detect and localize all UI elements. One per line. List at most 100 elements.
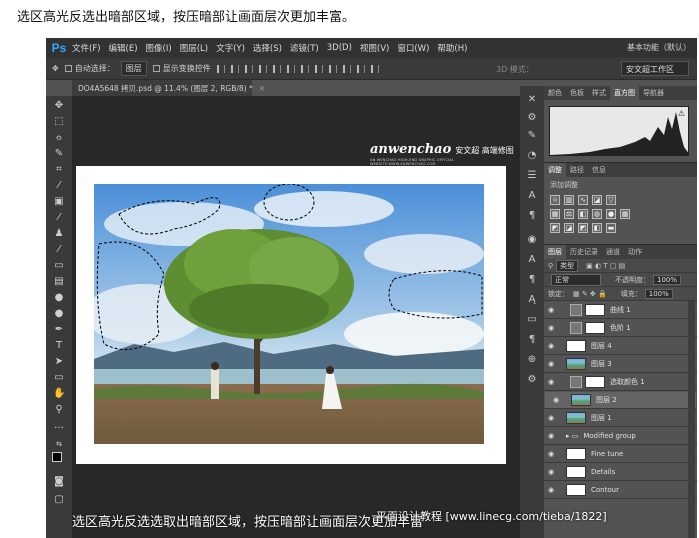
exposure-icon[interactable]: ◪ (592, 195, 602, 205)
tab-paths[interactable]: 路径 (566, 163, 588, 177)
visibility-eye-icon[interactable]: ◉ (544, 378, 558, 386)
visibility-eye-icon[interactable]: ◉ (544, 342, 558, 350)
notes-icon[interactable]: ▭ (526, 314, 538, 326)
visibility-eye-icon[interactable]: ◉ (549, 396, 563, 404)
stamp-tool-icon[interactable]: ♟ (53, 228, 65, 240)
menu-type[interactable]: 文字(Y) (216, 42, 245, 54)
layers-scrollbar[interactable] (688, 301, 695, 538)
vibrance-icon[interactable]: ▽ (606, 195, 616, 205)
tab-layers[interactable]: 图层 (544, 245, 566, 259)
gradient-map-icon[interactable]: ▬ (606, 223, 616, 233)
align-bottom-icon[interactable] (244, 64, 253, 73)
color-balance-icon[interactable]: ⚖ (564, 209, 574, 219)
menu-layer[interactable]: 图层(L) (180, 42, 208, 54)
layer-row[interactable]: ◉ 曲线 1 (544, 301, 697, 319)
layer-mask-thumbnail[interactable] (585, 375, 605, 388)
tab-swatches[interactable]: 色板 (566, 86, 588, 100)
menu-select[interactable]: 选择(S) (253, 42, 282, 54)
path-select-tool-icon[interactable]: ➤ (53, 356, 65, 368)
eyedropper-tool-icon[interactable]: ⁄ (53, 180, 65, 192)
filter-icons[interactable]: ▣ ◐ T ▢ ▤ (586, 262, 625, 270)
selective-color-icon[interactable]: ◧ (592, 223, 602, 233)
distribute-right-icon[interactable] (370, 64, 379, 73)
lasso-tool-icon[interactable]: ᨔ (53, 132, 65, 144)
blend-mode-dropdown[interactable]: 正常 (551, 273, 601, 286)
hand-tool-icon[interactable]: ✋ (53, 388, 65, 400)
auto-select-checkbox[interactable] (64, 65, 72, 72)
tab-info[interactable]: 信息 (588, 163, 610, 177)
visibility-eye-icon[interactable]: ◉ (544, 468, 558, 476)
visibility-eye-icon[interactable]: ◉ (544, 360, 558, 368)
tab-history[interactable]: 历史记录 (566, 245, 602, 259)
align-center-icon[interactable] (272, 64, 281, 73)
posterize-icon[interactable]: ◪ (564, 223, 574, 233)
opacity-input[interactable]: 100% (653, 274, 682, 285)
close-tab-icon[interactable]: ✕ (259, 84, 265, 93)
layer-mask-thumbnail[interactable] (585, 303, 605, 316)
layer-row[interactable]: ◉ 色阶 1 (544, 319, 697, 337)
distribute-top-icon[interactable] (300, 64, 309, 73)
hue-saturation-icon[interactable]: ▦ (550, 209, 560, 219)
document-tab[interactable]: DO4A5648 拷贝.psd @ 11.4% (图层 2, RGB/8) * ✕ (72, 80, 265, 96)
crop-tool-icon[interactable]: ⌗ (53, 164, 65, 176)
collapse-panels-icon[interactable]: ✕ (526, 94, 538, 106)
tab-navigator[interactable]: 导航器 (639, 86, 668, 100)
blur-tool-icon[interactable]: ● (53, 292, 65, 304)
layer-row[interactable]: ◉ 选取颜色 1 (544, 373, 697, 391)
quick-mask-icon[interactable]: ◙ (53, 476, 65, 488)
menu-3d[interactable]: 3D(D) (327, 43, 352, 53)
black-white-icon[interactable]: ◧ (578, 209, 588, 219)
wedding-photo[interactable] (94, 184, 484, 444)
layer-mask-thumbnail[interactable] (585, 321, 605, 334)
threshold-icon[interactable]: ◩ (578, 223, 588, 233)
distribute-bottom-icon[interactable] (328, 64, 337, 73)
distribute-center-icon[interactable] (356, 64, 365, 73)
canvas-area[interactable]: anwenchao 安文超 高端修图 AN WENCHAO HIGH-END GR… (72, 96, 520, 538)
paragraph-style-icon[interactable]: ¶ (526, 274, 538, 286)
screen-mode-icon[interactable]: ▢ (53, 494, 65, 506)
menu-view[interactable]: 视图(V) (360, 42, 389, 54)
tab-adjustments[interactable]: 调整 (544, 163, 566, 177)
align-left-icon[interactable] (258, 64, 267, 73)
menu-file[interactable]: 文件(F) (72, 42, 101, 54)
swap-colors-icon[interactable]: ⇆ (53, 438, 65, 450)
align-middle-icon[interactable] (230, 64, 239, 73)
character-icon[interactable]: A (526, 190, 538, 202)
move-tool-icon[interactable]: ✥ (52, 64, 59, 73)
auto-select-dropdown[interactable]: 图层 (120, 61, 147, 76)
timeline-icon[interactable]: ◉ (526, 234, 538, 246)
menu-edit[interactable]: 编辑(E) (109, 42, 138, 54)
visibility-eye-icon[interactable]: ◉ (544, 414, 558, 422)
gradient-tool-icon[interactable]: ▤ (53, 276, 65, 288)
align-top-icon[interactable] (216, 64, 225, 73)
info-icon[interactable]: ⊕ (526, 354, 538, 366)
glyphs-icon[interactable]: Ą (526, 294, 538, 306)
lock-icons[interactable]: ▦ ✎ ✥ 🔒 (573, 290, 607, 298)
menu-help[interactable]: 帮助(H) (437, 42, 467, 54)
color-lookup-icon[interactable]: ▦ (620, 209, 630, 219)
foreground-color-swatch[interactable] (52, 452, 62, 462)
tab-histogram[interactable]: 直方图 (610, 86, 639, 100)
properties-icon[interactable]: ☰ (526, 170, 538, 182)
curves-icon[interactable]: ∿ (578, 195, 588, 205)
layer-row[interactable]: ◉ 图层 4 (544, 337, 697, 355)
folder-icon[interactable]: ▸ ▭ (566, 432, 578, 440)
visibility-eye-icon[interactable]: ◉ (544, 486, 558, 494)
more-tools-icon[interactable]: … (53, 420, 65, 432)
zoom-tool-icon[interactable]: ⚲ (53, 404, 65, 416)
channel-mixer-icon[interactable]: ● (606, 209, 616, 219)
fill-input[interactable]: 100% (644, 288, 673, 299)
visibility-eye-icon[interactable]: ◉ (544, 306, 558, 314)
quick-select-tool-icon[interactable]: ✎ (53, 148, 65, 160)
auto-select-option[interactable]: 自动选择： (64, 63, 115, 74)
eraser-tool-icon[interactable]: ▭ (53, 260, 65, 272)
tab-color[interactable]: 颜色 (544, 86, 566, 100)
shape-tool-icon[interactable]: ▭ (53, 372, 65, 384)
distribute-left-icon[interactable] (342, 64, 351, 73)
move-tool-icon[interactable]: ✥ (53, 100, 65, 112)
layer-row[interactable]: ◉ ▸ ▭ Modified group (544, 427, 697, 445)
warning-icon[interactable]: ⚠ (678, 109, 685, 118)
distribute-middle-icon[interactable] (314, 64, 323, 73)
healing-tool-icon[interactable]: ▣ (53, 196, 65, 208)
history-brush-tool-icon[interactable]: ⁄ (53, 244, 65, 256)
